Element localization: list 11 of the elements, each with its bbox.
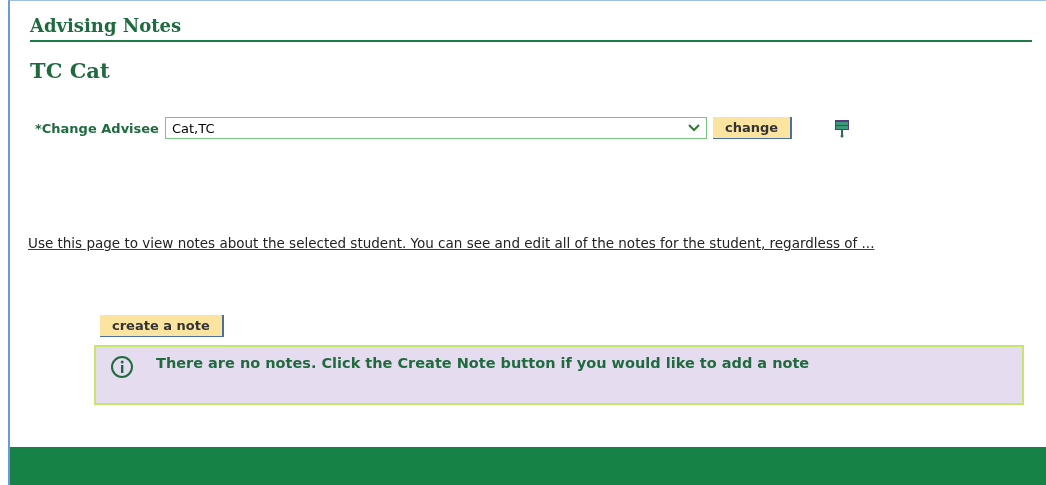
advisee-dropdown[interactable]: Cat,TC bbox=[164, 117, 707, 139]
student-name: TC Cat bbox=[30, 58, 111, 83]
page-title: Advising Notes bbox=[30, 15, 1032, 42]
description-text: Use this page to view notes about the selected student. You can see and edit all of the notes for the student, regardless of ... bbox=[28, 235, 876, 251]
chevron-down-icon bbox=[687, 124, 700, 132]
printer-icon[interactable] bbox=[834, 118, 851, 138]
info-icon bbox=[110, 355, 134, 379]
create-note-button[interactable]: create a note bbox=[100, 315, 224, 337]
message-text: There are no notes. Click the Create Note button if you would like to add a note bbox=[156, 355, 810, 371]
change-button[interactable]: change bbox=[712, 117, 793, 139]
advisee-label: *Change Advisee bbox=[35, 120, 159, 136]
